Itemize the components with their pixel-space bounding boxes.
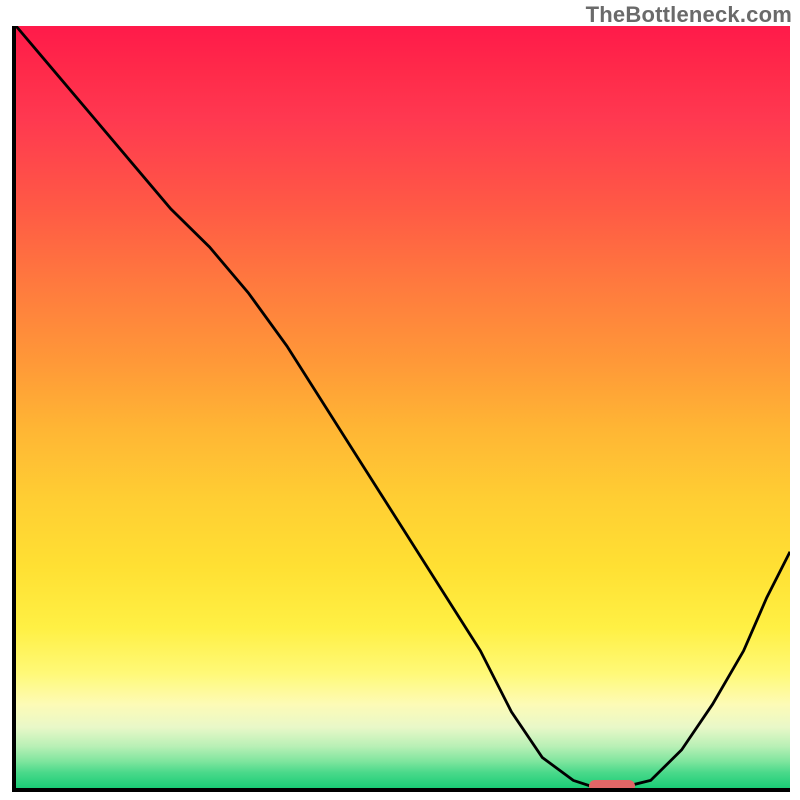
plot-area bbox=[16, 26, 790, 788]
bottleneck-curve bbox=[16, 26, 790, 788]
watermark-text: TheBottleneck.com bbox=[586, 2, 792, 28]
optimal-range-marker bbox=[589, 780, 635, 788]
